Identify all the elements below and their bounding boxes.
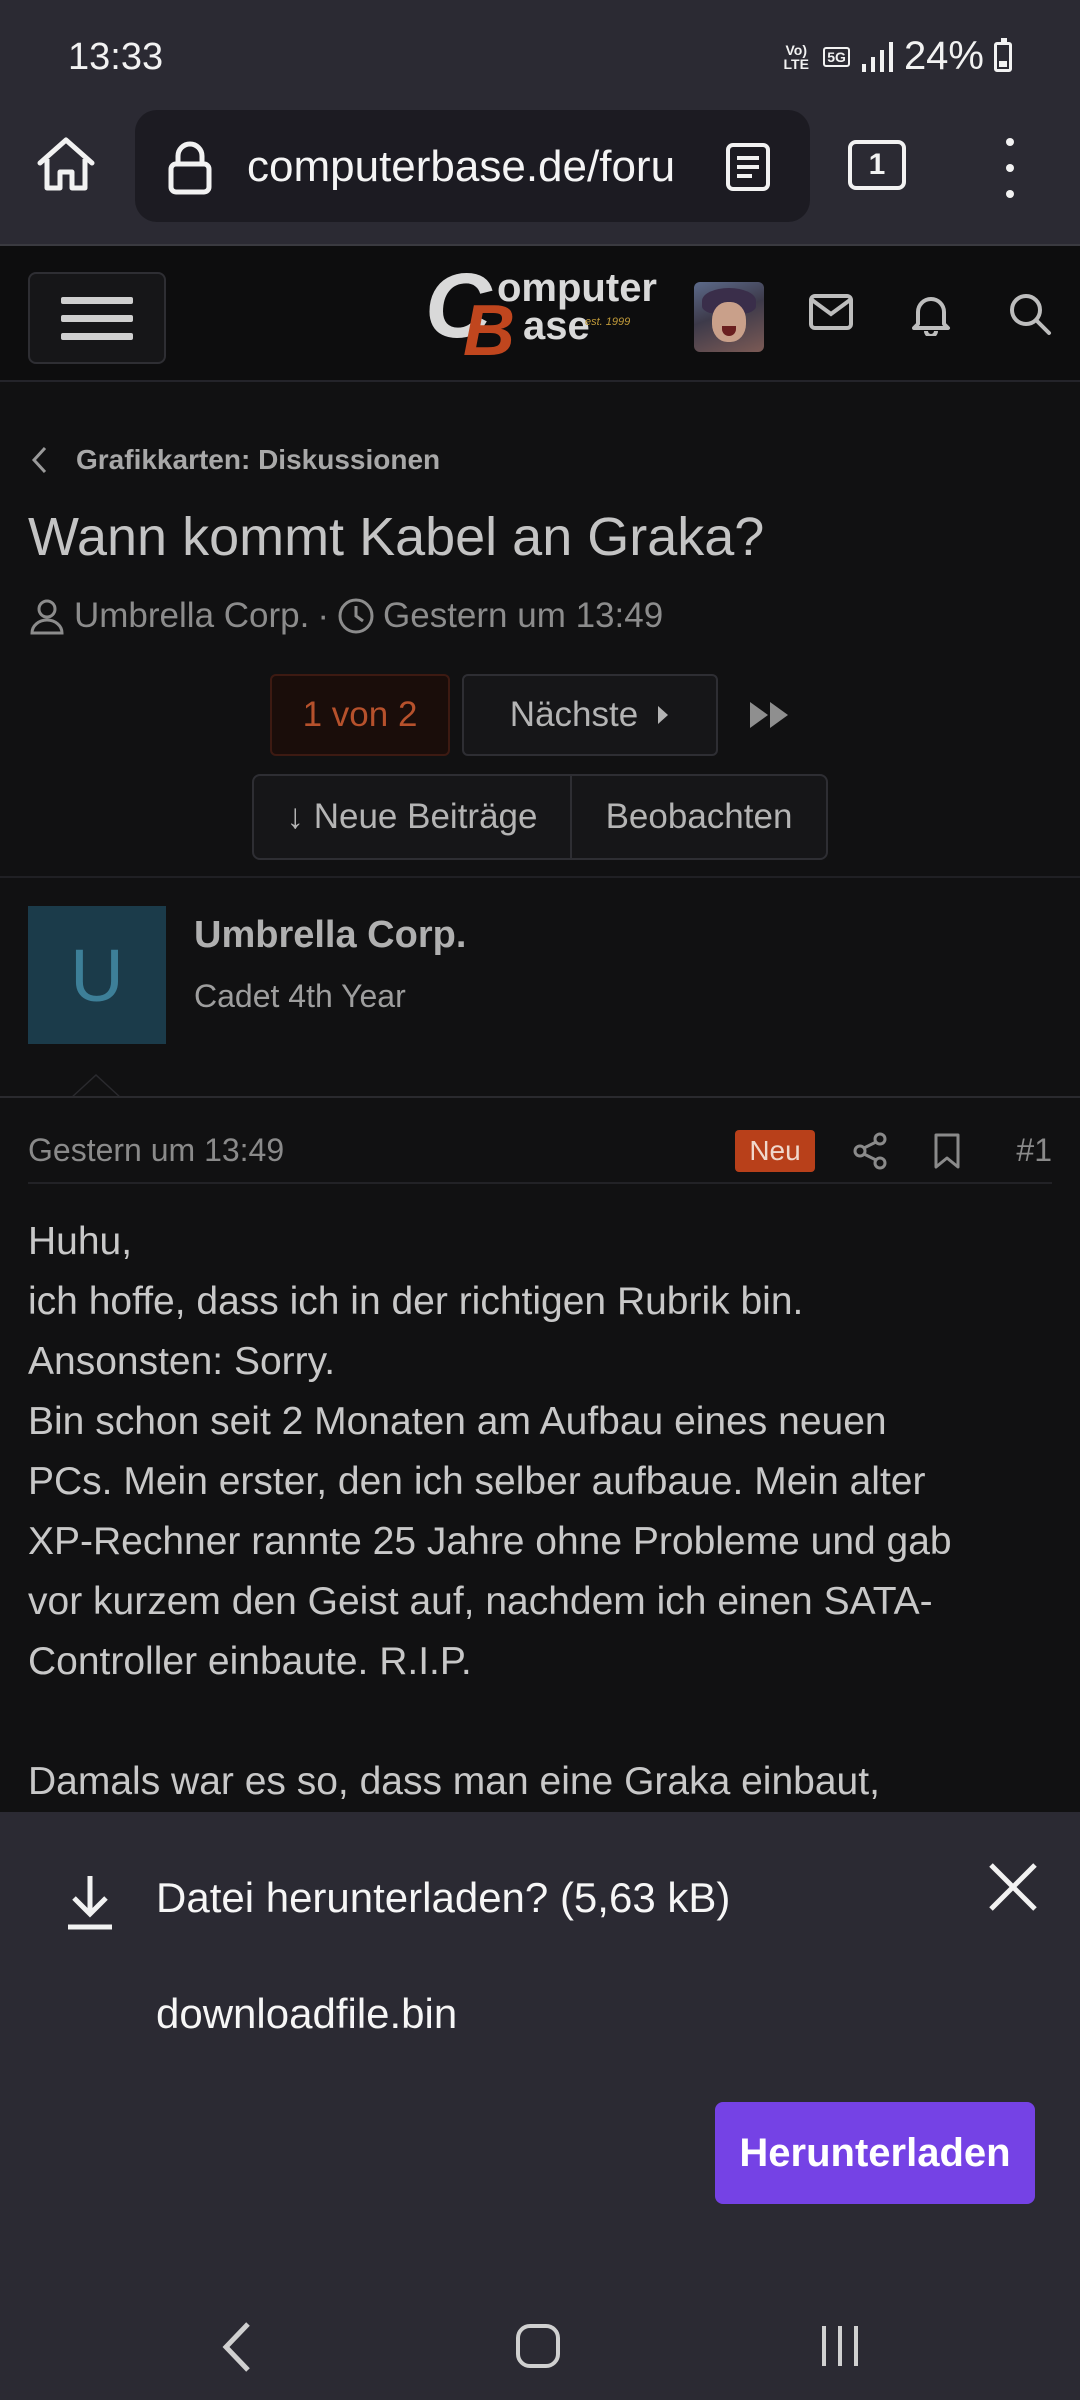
thread-author[interactable]: Umbrella Corp. [74, 596, 309, 636]
post-meta: Gestern um 13:49 Neu #1 [28, 1128, 1052, 1180]
battery-icon [994, 37, 1012, 72]
clock-icon [338, 598, 374, 634]
volte-indicator: Vo) LTE [783, 41, 809, 72]
hamburger-menu-icon[interactable] [28, 272, 166, 364]
home-button[interactable] [30, 128, 102, 200]
post-paragraph: Damals war es so, dass man eine Graka ei… [28, 1760, 880, 1803]
thread-title: Wann kommt Kabel an Graka? [28, 507, 765, 567]
status-icons: Vo) LTE 5G 24% [779, 34, 1012, 79]
battery-percent: 24% [903, 34, 984, 78]
chevron-left-icon [31, 446, 47, 474]
next-page-label: Nächste [509, 695, 639, 734]
reader-view-icon[interactable] [724, 142, 772, 192]
browser-chrome: 13:33 Vo) LTE 5G 24% computerbase.de/for… [0, 0, 1080, 244]
breadcrumb[interactable]: Grafikkarten: Diskussionen [30, 444, 440, 476]
author-arrow [70, 1074, 122, 1098]
caret-right-icon [658, 706, 669, 724]
author-name[interactable]: Umbrella Corp. [194, 914, 466, 957]
home-icon [37, 137, 95, 191]
download-button[interactable]: Herunterladen [715, 2102, 1035, 2204]
fast-forward-icon [750, 702, 788, 728]
breadcrumb-link[interactable]: Grafikkarten: Diskussionen [76, 444, 440, 476]
watch-button[interactable]: Beobachten [572, 776, 826, 858]
nav-recents-icon[interactable] [822, 2326, 858, 2366]
url-text[interactable]: computerbase.de/forum [247, 142, 677, 192]
author-rank: Cadet 4th Year [194, 978, 406, 1014]
download-filename: downloadfile.bin [156, 1990, 458, 2037]
download-icon [68, 1876, 112, 1930]
post-date[interactable]: Gestern um 13:49 [28, 1132, 284, 1169]
5g-indicator: 5G [823, 46, 850, 67]
nav-back-icon[interactable] [220, 2320, 254, 2374]
url-bar[interactable]: computerbase.de/forum [135, 110, 810, 222]
signal-icon [861, 41, 893, 72]
computerbase-logo[interactable]: C B omputer ase est. 1999 [425, 255, 657, 371]
divider [0, 1096, 1080, 1098]
download-title: Datei herunterladen? (5,63 kB) [156, 1874, 731, 1921]
download-sheet: Datei herunterladen? (5,63 kB) downloadf… [0, 1812, 1080, 2400]
post-paragraph: Huhu, ich hoffe, dass ich in der richtig… [28, 1220, 952, 1683]
meta-separator: · [317, 596, 330, 635]
page-current[interactable]: 1 von 2 [270, 674, 450, 756]
bell-icon[interactable] [910, 292, 952, 336]
share-icon[interactable] [852, 1132, 888, 1170]
new-posts-button[interactable]: ↓ Neue Beiträge [254, 776, 572, 858]
bookmark-icon[interactable] [932, 1132, 962, 1170]
next-page-button[interactable]: Nächste [462, 674, 718, 756]
site-header: C B omputer ase est. 1999 [0, 244, 1080, 382]
thread-date[interactable]: Gestern um 13:49 [383, 596, 663, 636]
user-icon [30, 599, 64, 635]
lock-icon [168, 141, 212, 195]
browser-menu-icon[interactable] [990, 138, 1030, 198]
user-avatar[interactable] [694, 282, 764, 352]
status-time: 13:33 [68, 36, 164, 78]
last-page-button[interactable] [740, 674, 800, 756]
search-icon[interactable] [1008, 292, 1052, 336]
thread-actions: ↓ Neue Beiträge Beobachten [252, 774, 828, 860]
tabs-button[interactable]: 1 [848, 140, 906, 190]
post-body: Huhu, ich hoffe, dass ich in der richtig… [28, 1212, 1058, 1812]
nav-home-icon[interactable] [516, 2324, 560, 2368]
close-icon[interactable] [986, 1860, 1040, 1914]
post-number[interactable]: #1 [1016, 1132, 1052, 1169]
new-badge: Neu [735, 1130, 815, 1172]
divider [0, 876, 1080, 878]
author-avatar[interactable]: U [28, 906, 166, 1044]
thread-meta: Umbrella Corp. · Gestern um 13:49 [28, 596, 663, 636]
divider [28, 1182, 1052, 1184]
mail-icon[interactable] [808, 292, 854, 332]
